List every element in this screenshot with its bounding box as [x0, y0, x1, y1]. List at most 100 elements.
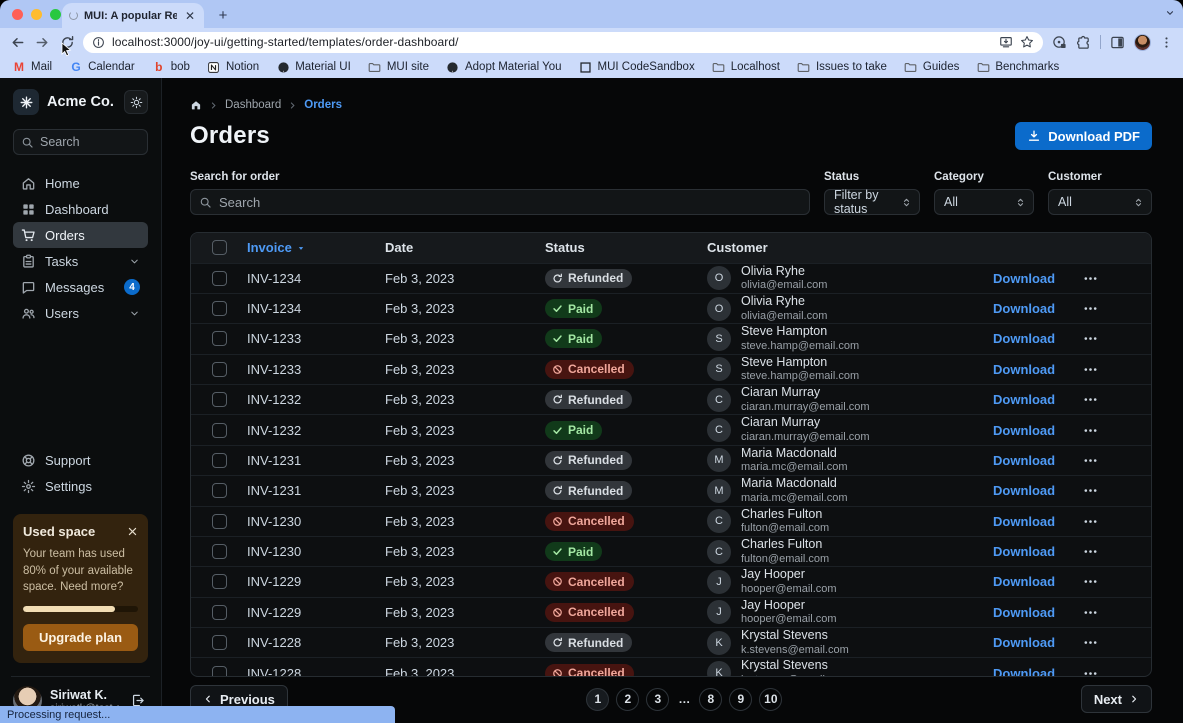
bookmark-mail[interactable]: MMail	[12, 60, 52, 74]
bookmark-guides[interactable]: Guides	[904, 60, 959, 74]
row-checkbox[interactable]	[212, 392, 227, 407]
page-button-1[interactable]: 1	[586, 688, 609, 711]
row-checkbox[interactable]	[212, 483, 227, 498]
page-button-8[interactable]: 8	[699, 688, 722, 711]
row-checkbox[interactable]	[212, 301, 227, 316]
breadcrumb-dashboard[interactable]: Dashboard	[225, 99, 281, 111]
tab-search-chevron-icon[interactable]	[1165, 8, 1175, 18]
sidebar-item-home[interactable]: Home	[13, 170, 148, 196]
row-menu-kebab-icon[interactable]	[1079, 542, 1102, 561]
download-link[interactable]: Download	[993, 271, 1055, 286]
bookmark-material-ui[interactable]: Material UI	[276, 60, 351, 74]
back-button[interactable]	[8, 33, 26, 51]
install-app-icon[interactable]	[999, 35, 1013, 49]
window-controls[interactable]	[12, 9, 61, 20]
sidebar-item-orders[interactable]: Orders	[13, 222, 148, 248]
page-button-10[interactable]: 10	[759, 688, 782, 711]
theme-toggle-button[interactable]	[124, 90, 148, 114]
download-link[interactable]: Download	[993, 514, 1055, 529]
sidebar-item-dashboard[interactable]: Dashboard	[13, 196, 148, 222]
row-menu-kebab-icon[interactable]	[1079, 299, 1102, 318]
status-filter-select[interactable]: Filter by status	[824, 189, 920, 215]
browser-tab[interactable]: MUI: A popular React UI fram ✕	[62, 3, 204, 28]
row-checkbox[interactable]	[212, 514, 227, 529]
address-bar[interactable]: localhost:3000/joy-ui/getting-started/te…	[83, 32, 1043, 53]
sidebar-item-settings[interactable]: Settings	[13, 474, 148, 500]
close-window-button[interactable]	[12, 9, 23, 20]
page-button-2[interactable]: 2	[616, 688, 639, 711]
close-icon[interactable]	[127, 526, 138, 537]
download-link[interactable]: Download	[993, 605, 1055, 620]
sidebar-item-tasks[interactable]: Tasks	[13, 248, 148, 274]
bookmark-adopt-material-you[interactable]: Adopt Material You	[446, 60, 562, 74]
bookmark-issues-to-take[interactable]: Issues to take	[797, 60, 887, 74]
download-link[interactable]: Download	[993, 301, 1055, 316]
download-link[interactable]: Download	[993, 635, 1055, 650]
row-checkbox[interactable]	[212, 362, 227, 377]
row-checkbox[interactable]	[212, 544, 227, 559]
download-link[interactable]: Download	[993, 453, 1055, 468]
download-link[interactable]: Download	[993, 483, 1055, 498]
row-checkbox[interactable]	[212, 423, 227, 438]
row-checkbox[interactable]	[212, 453, 227, 468]
tab-close-icon[interactable]: ✕	[183, 9, 197, 23]
page-button-3[interactable]: 3	[646, 688, 669, 711]
download-link[interactable]: Download	[993, 362, 1055, 377]
row-menu-kebab-icon[interactable]	[1079, 603, 1102, 622]
row-menu-kebab-icon[interactable]	[1079, 329, 1102, 348]
row-menu-kebab-icon[interactable]	[1079, 269, 1102, 288]
row-checkbox[interactable]	[212, 605, 227, 620]
browser-menu-kebab-icon[interactable]	[1160, 36, 1173, 49]
bookmark-bob[interactable]: bbob	[152, 60, 190, 74]
order-search-input[interactable]: Search	[190, 189, 810, 215]
bookmark-mui-codesandbox[interactable]: MUI CodeSandbox	[579, 60, 695, 74]
row-menu-kebab-icon[interactable]	[1079, 390, 1102, 409]
bookmark-notion[interactable]: Notion	[207, 60, 259, 74]
row-checkbox[interactable]	[212, 331, 227, 346]
bookmark-mui-site[interactable]: MUI site	[368, 60, 429, 74]
acme-logo[interactable]	[13, 89, 39, 115]
download-link[interactable]: Download	[993, 666, 1055, 677]
side-panel-icon[interactable]	[1110, 35, 1125, 50]
privacy-icon[interactable]	[1052, 35, 1067, 50]
row-menu-kebab-icon[interactable]	[1079, 421, 1102, 440]
bookmark-benchmarks[interactable]: Benchmarks	[976, 60, 1059, 74]
row-menu-kebab-icon[interactable]	[1079, 481, 1102, 500]
invoice-sort-header[interactable]: Invoice	[247, 240, 385, 255]
customer-filter-select[interactable]: All	[1048, 189, 1152, 215]
download-link[interactable]: Download	[993, 544, 1055, 559]
minimize-window-button[interactable]	[31, 9, 42, 20]
download-pdf-button[interactable]: Download PDF	[1015, 122, 1152, 150]
bookmark-localhost[interactable]: Localhost	[712, 60, 780, 74]
maximize-window-button[interactable]	[50, 9, 61, 20]
row-menu-kebab-icon[interactable]	[1079, 451, 1102, 470]
category-filter-select[interactable]: All	[934, 189, 1034, 215]
forward-button[interactable]	[33, 33, 51, 51]
sidebar-item-messages[interactable]: Messages4	[13, 274, 148, 300]
row-menu-kebab-icon[interactable]	[1079, 633, 1102, 652]
row-menu-kebab-icon[interactable]	[1079, 664, 1102, 677]
upgrade-plan-button[interactable]: Upgrade plan	[23, 624, 138, 651]
download-link[interactable]: Download	[993, 392, 1055, 407]
download-link[interactable]: Download	[993, 574, 1055, 589]
row-checkbox[interactable]	[212, 271, 227, 286]
row-checkbox[interactable]	[212, 635, 227, 650]
sidebar-item-support[interactable]: Support	[13, 448, 148, 474]
bookmark-calendar[interactable]: GCalendar	[69, 60, 135, 74]
bookmark-star-icon[interactable]	[1020, 35, 1034, 49]
breadcrumb-home-icon[interactable]	[190, 99, 202, 111]
breadcrumb-orders[interactable]: Orders	[304, 99, 342, 111]
row-checkbox[interactable]	[212, 574, 227, 589]
sidebar-item-users[interactable]: Users	[13, 300, 148, 326]
row-menu-kebab-icon[interactable]	[1079, 512, 1102, 531]
download-link[interactable]: Download	[993, 331, 1055, 346]
select-all-checkbox[interactable]	[212, 240, 227, 255]
url-text[interactable]: localhost:3000/joy-ui/getting-started/te…	[112, 35, 992, 49]
row-menu-kebab-icon[interactable]	[1079, 360, 1102, 379]
page-button-9[interactable]: 9	[729, 688, 752, 711]
row-checkbox[interactable]	[212, 666, 227, 677]
row-menu-kebab-icon[interactable]	[1079, 572, 1102, 591]
sidebar-search-input[interactable]: Search	[13, 129, 148, 155]
new-tab-button[interactable]: +	[212, 4, 234, 26]
profile-avatar[interactable]	[1134, 34, 1151, 51]
